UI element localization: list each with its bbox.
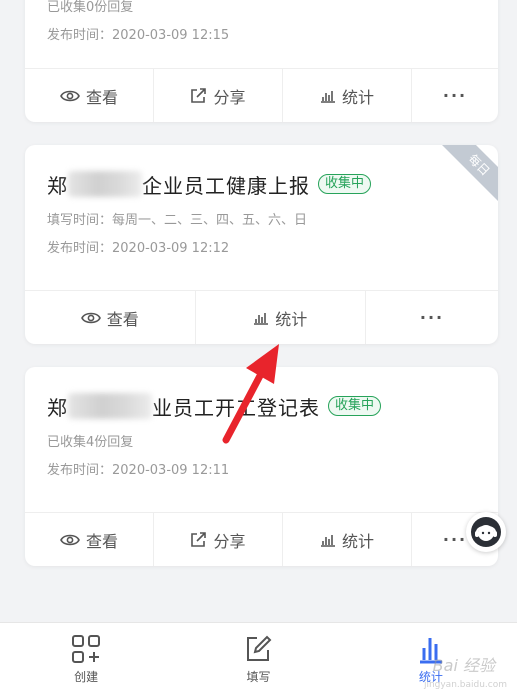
more-button[interactable]: ··· — [412, 69, 498, 122]
blurred-text — [68, 171, 142, 197]
stats-button[interactable]: 统计 — [283, 69, 412, 122]
share-label: 分享 — [213, 531, 246, 551]
publish-time: 发布时间：2020-03-09 12:11 — [47, 463, 230, 478]
more-icon: ··· — [442, 86, 468, 105]
form-card-2[interactable]: 每日 郑 企业员工健康上报 收集中 填写时间：每周一、二、三、四、五、六、日 发… — [25, 145, 498, 344]
form-title-end: 业员工开工登记表 — [152, 395, 320, 420]
share-button[interactable]: 分享 — [154, 69, 283, 122]
headset-avatar-icon — [471, 517, 501, 547]
card-actions: 查看 分享 统计 ··· — [25, 512, 498, 566]
edit-icon — [247, 635, 272, 661]
view-label: 查看 — [106, 309, 139, 329]
bar-chart-icon — [320, 90, 335, 103]
view-button[interactable]: 查看 — [25, 291, 196, 344]
share-icon — [191, 532, 207, 547]
eye-icon — [60, 90, 80, 101]
stats-label: 统计 — [341, 531, 374, 551]
grid-plus-icon — [72, 635, 101, 663]
stats-button[interactable]: 统计 — [283, 513, 412, 566]
collected-count: 已收集0份回复 — [47, 0, 134, 15]
publish-time: 发布时间：2020-03-09 12:15 — [47, 28, 230, 43]
view-button[interactable]: 查看 — [25, 69, 154, 122]
view-button[interactable]: 查看 — [25, 513, 154, 566]
bar-chart-icon — [254, 312, 269, 325]
eye-icon — [60, 534, 80, 545]
form-title-end: 企业员工健康上报 — [142, 173, 310, 198]
watermark: Bai 经验 — [432, 656, 495, 675]
stats-label: 统计 — [275, 309, 308, 329]
view-label: 查看 — [85, 87, 118, 107]
card-actions: 查看 统计 ··· — [25, 290, 498, 344]
share-button[interactable]: 分享 — [154, 513, 283, 566]
collected-count: 已收集4份回复 — [47, 435, 134, 450]
card-actions: 查看 分享 统计 ··· — [25, 68, 498, 122]
form-title-start: 郑 — [47, 395, 68, 420]
stats-button[interactable]: 统计 — [196, 291, 366, 344]
more-button[interactable]: ··· — [366, 291, 498, 344]
fill-time: 填写时间：每周一、二、三、四、五、六、日 — [47, 213, 308, 228]
customer-service-button[interactable] — [466, 512, 506, 552]
tab-fill-label: 填写 — [246, 670, 271, 684]
more-icon: ··· — [419, 308, 445, 327]
form-title-row[interactable]: 郑 企业员工健康上报 收集中 — [47, 169, 476, 199]
blurred-text — [68, 393, 152, 419]
tab-fill[interactable]: 填写 — [172, 623, 344, 696]
share-label: 分享 — [213, 87, 246, 107]
form-card-3[interactable]: 郑 业员工开工登记表 收集中 已收集4份回复 发布时间：2020-03-09 1… — [25, 367, 498, 566]
stats-label: 统计 — [341, 87, 374, 107]
tab-create-label: 创建 — [74, 670, 99, 684]
bar-chart-icon — [320, 534, 335, 547]
publish-time: 发布时间：2020-03-09 12:12 — [47, 241, 230, 256]
watermark-url: jingyan.baidu.com — [423, 680, 507, 690]
share-icon — [191, 88, 207, 103]
form-card-1[interactable]: 已收集0份回复 发布时间：2020-03-09 12:15 查看 分享 统计 ·… — [25, 0, 498, 122]
form-title-row[interactable]: 郑 业员工开工登记表 收集中 — [47, 391, 476, 421]
tab-create[interactable]: 创建 — [0, 623, 172, 696]
form-title-start: 郑 — [47, 173, 68, 198]
eye-icon — [80, 312, 101, 323]
view-label: 查看 — [85, 531, 118, 551]
status-badge: 收集中 — [318, 174, 372, 194]
more-icon: ··· — [442, 530, 468, 549]
status-badge: 收集中 — [328, 396, 382, 416]
